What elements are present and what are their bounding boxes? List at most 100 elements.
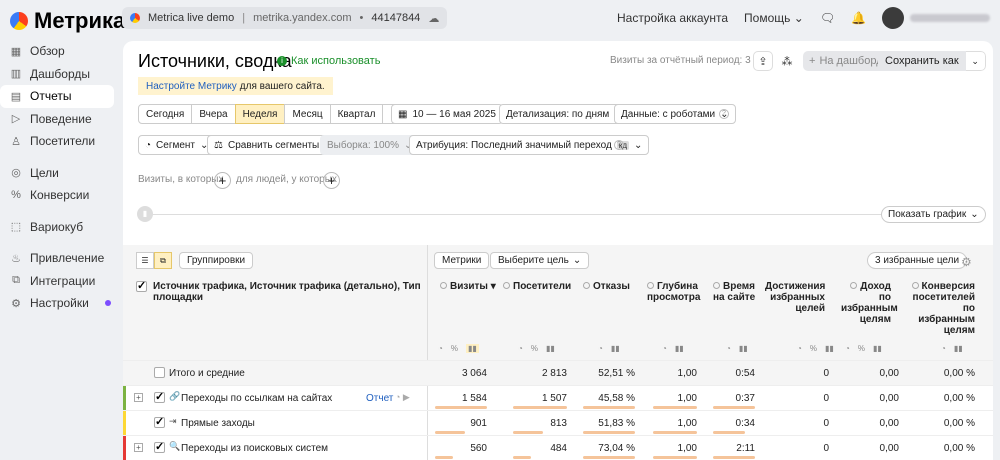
checkbox[interactable] [154,440,165,453]
report-link[interactable]: Отчет [366,393,393,404]
col-goal-revenue[interactable]: Доход по избранным целям [841,281,898,325]
bars-icon[interactable]: ▮▮ [546,344,555,353]
percent-icon[interactable]: % [531,344,538,353]
sidebar-item-behavior[interactable]: ▷ Поведение [0,108,114,131]
depth-col-icons: ◔ ▮▮ [662,344,684,353]
pie-icon[interactable]: ◔ [941,344,946,353]
add-visit-condition-button[interactable]: + [214,172,231,189]
col-goal-reaches[interactable]: Достижения избранных целей [765,281,825,314]
time-share-bar [713,406,755,409]
checkbox[interactable] [154,415,165,428]
table-row[interactable]: ⇥ Прямые заходы 901 813 51,83 % 1,00 0:3… [123,410,993,435]
period-yesterday[interactable]: Вчера [191,104,236,124]
percent-icon[interactable]: % [858,344,865,353]
percent-icon[interactable]: % [810,344,817,353]
checkbox[interactable] [154,390,165,403]
sidebar-item-settings[interactable]: ⚙ Настройки [0,292,114,315]
groupings-button[interactable]: Группировки [179,252,254,269]
sidebar-item-reports[interactable]: ▤ Отчеты [0,85,114,108]
pie-icon[interactable]: ◔ [598,344,603,353]
metrics-button[interactable]: Метрики [434,252,490,269]
expand-row-button[interactable]: + [134,443,143,452]
sidebar-item-conversions[interactable]: % Конверсии [0,184,114,207]
ai-assistant-button[interactable]: ⁂ [777,51,797,71]
period-month[interactable]: Месяц [284,104,331,124]
bars-icon[interactable]: ▮▮ [954,344,963,353]
pie-icon[interactable]: ◔ [845,344,850,353]
detail-select[interactable]: Детализация: по дням⌄ [499,104,630,124]
cell-goal-conversion: 0,00 % [943,393,975,404]
bars-icon[interactable]: ▮▮ [739,344,748,353]
pie-icon[interactable]: ◔ [518,344,523,353]
pie-icon[interactable]: ◔ [438,344,443,353]
user-menu[interactable] [882,7,990,29]
row-actions-icons[interactable]: ◔ ▶ [395,392,410,403]
link-icon: ⧉ [12,274,20,287]
help-icon[interactable]: ? [719,109,729,119]
bars-icon[interactable]: ▮▮ [465,344,479,353]
counter-selector[interactable]: Metrica live demo | metrika.yandex.com •… [122,7,448,29]
row-checkbox[interactable] [154,440,165,456]
data-select[interactable]: Данные: с роботами ⌄ [614,104,736,124]
to-dashboard-button[interactable]: + На дашборд [803,51,889,71]
favorite-goals-button[interactable]: 3 избранные цели [867,252,968,269]
add-people-condition-button[interactable]: + [323,172,340,189]
row-checkbox[interactable] [154,367,165,381]
table-row[interactable]: + 🔍 Переходы из поисковых систем 560 484… [123,435,993,460]
pie-icon[interactable]: ◔ [797,344,802,353]
sidebar-item-dashboards[interactable]: ▥ Дашборды [0,63,114,86]
col-visitors[interactable]: Посетители [503,281,573,292]
chat-icon[interactable]: 🗨 [820,11,835,25]
row-checkbox[interactable] [154,415,165,431]
checkbox[interactable] [154,367,165,378]
sidebar-item-acquisition[interactable]: ♨ Привлечение [0,247,114,270]
select-all-checkbox[interactable] [136,279,147,292]
howto-link[interactable]: i Как использовать [277,55,380,67]
reaches-col-icons: ◔% ▮▮ [797,344,834,353]
help-menu[interactable]: Помощь ⌄ [744,11,804,25]
col-goal-conversion[interactable]: Конверсия посетителей по избранным целям [905,281,975,336]
bars-icon[interactable]: ▮▮ [825,344,834,353]
account-settings-link[interactable]: Настройка аккаунта [617,11,728,25]
bell-icon[interactable]: 🔔 [851,11,866,25]
sidebar-item-visitors[interactable]: ♙ Посетители [0,130,114,153]
sidebar-item-integrations[interactable]: ⧉ Интеграции [0,270,114,293]
bars-icon[interactable]: ▮▮ [675,344,684,353]
date-range-picker[interactable]: ▦ 10 — 16 мая 2025 [391,104,503,124]
chevron-down-icon[interactable]: ⌄ [965,51,986,71]
choose-goal-select[interactable]: Выберите цель ⌄ [490,252,590,269]
bars-icon[interactable]: ▮▮ [873,344,882,353]
help-icon[interactable]: ? [614,140,624,150]
sidebar-item-overview[interactable]: ▦ Обзор [0,40,114,63]
sidebar-item-variocube[interactable]: ⬚ Вариокуб [0,216,114,239]
setup-link[interactable]: Настройте Метрику [146,81,237,92]
segment-button[interactable]: ◔ Сегмент ⌄ [138,135,216,155]
list-view-button[interactable]: ☰ [136,252,154,269]
chevron-down-icon: ⌄ [970,209,979,220]
show-chart-button[interactable]: Показать график ⌄ [881,206,986,223]
table-row[interactable]: + 🔗 Переходы по ссылкам на сайтах Отчет … [123,385,993,410]
col-visits[interactable]: Визиты ▾ [440,281,496,292]
period-quarter[interactable]: Квартал [329,104,384,124]
col-depth[interactable]: Глубина просмотра [647,281,707,303]
pie-icon[interactable]: ◔ [726,344,731,353]
col-bounces[interactable]: Отказы [583,281,643,292]
tree-view-button[interactable]: ⧉ [154,252,172,269]
expand-row-button[interactable]: + [134,393,143,402]
revenue-col-icons: ◔% ▮▮ [845,344,882,353]
col-time[interactable]: Время на сайте [713,281,763,303]
period-week[interactable]: Неделя [234,104,286,124]
logo[interactable]: Метрика [10,8,125,34]
share-button[interactable]: ⇪ [753,51,773,71]
save-as-button[interactable]: Сохранить как ⌄ [878,51,986,71]
table-settings-icon[interactable]: ⚙ [961,255,972,269]
percent-icon[interactable]: % [451,344,458,353]
bars-icon[interactable]: ▮▮ [611,344,620,353]
sample-select[interactable]: Выборка: 100%⌄ [320,135,420,155]
sidebar-item-goals[interactable]: ◎ Цели [0,162,114,185]
row-checkbox[interactable] [154,390,165,406]
period-today[interactable]: Сегодня [138,104,193,124]
pie-icon[interactable]: ◔ [662,344,667,353]
